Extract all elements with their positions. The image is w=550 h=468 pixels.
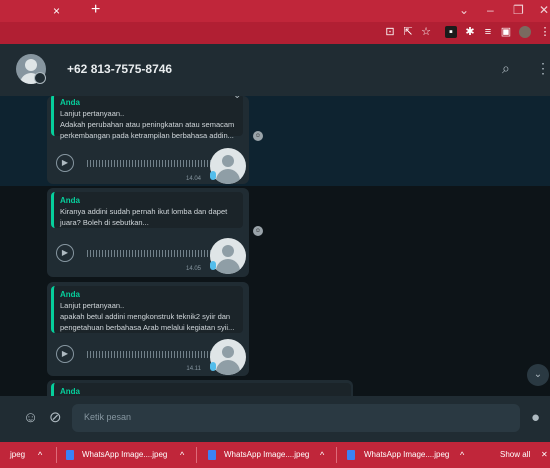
mic-icon bbox=[210, 171, 216, 180]
chat-header[interactable]: +62 813-7575-8746 ⌕ ⋮ bbox=[0, 44, 550, 96]
quote-line: Lanjut pertanyaan.. bbox=[60, 109, 125, 118]
download-name[interactable]: WhatsApp Image....jpeg bbox=[224, 442, 309, 468]
install-icon[interactable]: ⊡ bbox=[384, 26, 396, 38]
show-all-button[interactable]: Show all bbox=[500, 442, 530, 468]
reaction-icon[interactable]: ☺ bbox=[253, 131, 263, 141]
file-icon bbox=[66, 450, 74, 460]
browser-title-bar: × + ⌄ – ❐ ✕ bbox=[0, 0, 550, 22]
scroll-down-button[interactable]: ⌄ bbox=[527, 364, 549, 386]
close-window-button[interactable]: ✕ bbox=[539, 3, 549, 17]
reading-list-icon[interactable]: ≡ bbox=[482, 26, 494, 38]
divider bbox=[196, 447, 197, 463]
divider bbox=[56, 447, 57, 463]
quote-line: Adakah perubahan atau peningkatan atau s… bbox=[60, 120, 235, 129]
mic-icon bbox=[210, 261, 216, 270]
profile-icon[interactable] bbox=[519, 26, 531, 38]
quoted-message[interactable]: Anda bbox=[51, 383, 351, 396]
message-input[interactable]: Ketik pesan bbox=[72, 404, 520, 432]
play-button[interactable]: ▶ bbox=[56, 244, 74, 262]
download-name[interactable]: jpeg bbox=[10, 442, 25, 468]
download-bar: jpeg ^ WhatsApp Image....jpeg ^ WhatsApp… bbox=[0, 442, 550, 468]
restore-button[interactable]: ❐ bbox=[513, 3, 524, 17]
quote-author: Anda bbox=[60, 98, 80, 107]
share-icon[interactable]: ⇱ bbox=[402, 26, 414, 38]
chevron-down-icon[interactable]: ⌄ bbox=[233, 96, 241, 101]
status-icon bbox=[34, 72, 46, 84]
new-tab-button[interactable]: + bbox=[91, 1, 100, 19]
chevron-up-icon[interactable]: ^ bbox=[320, 442, 324, 468]
audio-waveform[interactable] bbox=[87, 250, 211, 257]
quote-line: pengetahuan berbahasa Arab melalui kegia… bbox=[60, 323, 235, 332]
chevron-up-icon[interactable]: ^ bbox=[460, 442, 464, 468]
audio-waveform[interactable] bbox=[87, 351, 211, 358]
mic-icon bbox=[210, 362, 216, 371]
bookmark-star-icon[interactable]: ☆ bbox=[420, 26, 432, 38]
quote-line: juara? Boleh di sebutkan... bbox=[60, 218, 149, 227]
minimize-button[interactable]: – bbox=[487, 3, 494, 17]
text-message[interactable]: Anda bbox=[47, 380, 353, 396]
chevron-up-icon[interactable]: ^ bbox=[38, 442, 42, 468]
message-placeholder: Ketik pesan bbox=[84, 412, 132, 422]
message-time: 14.11 bbox=[186, 366, 201, 372]
divider bbox=[336, 447, 337, 463]
voice-message[interactable]: Anda Lanjut pertanyaan.. apakah betul ad… bbox=[47, 282, 249, 376]
chat-area: Anda Lanjut pertanyaan.. Adakah perubaha… bbox=[0, 96, 550, 396]
tab-close-icon[interactable]: × bbox=[53, 4, 60, 18]
quote-author: Anda bbox=[60, 387, 80, 396]
file-icon bbox=[347, 450, 355, 460]
play-button[interactable]: ▶ bbox=[56, 154, 74, 172]
contact-name[interactable]: +62 813-7575-8746 bbox=[67, 62, 172, 76]
quote-line: apakah betul addini mengkonstruk teknik2… bbox=[60, 312, 231, 321]
chevron-up-icon[interactable]: ^ bbox=[180, 442, 184, 468]
quote-line: Lanjut pertanyaan.. bbox=[60, 301, 125, 310]
browser-tab[interactable]: × bbox=[0, 0, 77, 22]
puzzle-icon[interactable]: ✱ bbox=[464, 26, 476, 38]
file-icon bbox=[208, 450, 216, 460]
microphone-icon[interactable]: ● bbox=[531, 410, 540, 426]
quote-line: perkembangan pada ketrampilan berbahasa … bbox=[60, 131, 234, 140]
message-time: 14.04 bbox=[185, 176, 201, 182]
quote-author: Anda bbox=[60, 290, 80, 299]
quote-author: Anda bbox=[60, 196, 80, 205]
menu-icon[interactable]: ⋮ bbox=[536, 60, 550, 76]
message-time: 14.05 bbox=[185, 266, 201, 272]
quoted-message[interactable]: Anda Lanjut pertanyaan.. Adakah perubaha… bbox=[51, 96, 243, 140]
quote-line: Kiranya addini sudah pernah ikut lomba d… bbox=[60, 207, 228, 216]
message-composer: ☺ ⊘ Ketik pesan ● bbox=[0, 396, 550, 442]
quoted-message[interactable]: Anda Kiranya addini sudah pernah ikut lo… bbox=[51, 192, 243, 228]
audio-waveform[interactable] bbox=[87, 160, 211, 167]
extension-icon[interactable]: ▪ bbox=[445, 26, 457, 38]
voice-message[interactable]: Anda Lanjut pertanyaan.. Adakah perubaha… bbox=[47, 96, 249, 184]
tab-search-icon[interactable]: ⌄ bbox=[459, 3, 469, 17]
attach-icon[interactable]: ⊘ bbox=[49, 410, 62, 426]
menu-icon[interactable]: ⋮ bbox=[539, 26, 550, 38]
play-button[interactable]: ▶ bbox=[56, 345, 74, 363]
download-name[interactable]: WhatsApp Image....jpeg bbox=[364, 442, 449, 468]
voice-message[interactable]: Anda Kiranya addini sudah pernah ikut lo… bbox=[47, 188, 249, 277]
reaction-icon[interactable]: ☺ bbox=[253, 226, 263, 236]
search-icon[interactable]: ⌕ bbox=[502, 60, 510, 76]
quoted-message[interactable]: Anda Lanjut pertanyaan.. apakah betul ad… bbox=[51, 286, 243, 333]
close-download-bar-icon[interactable]: ✕ bbox=[541, 442, 548, 468]
download-name[interactable]: WhatsApp Image....jpeg bbox=[82, 442, 167, 468]
sidebar-icon[interactable]: ▣ bbox=[500, 26, 512, 38]
emoji-icon[interactable]: ☺ bbox=[23, 410, 38, 426]
browser-toolbar: ⊡ ⇱ ☆ ▪ ✱ ≡ ▣ ⋮ bbox=[0, 22, 550, 44]
